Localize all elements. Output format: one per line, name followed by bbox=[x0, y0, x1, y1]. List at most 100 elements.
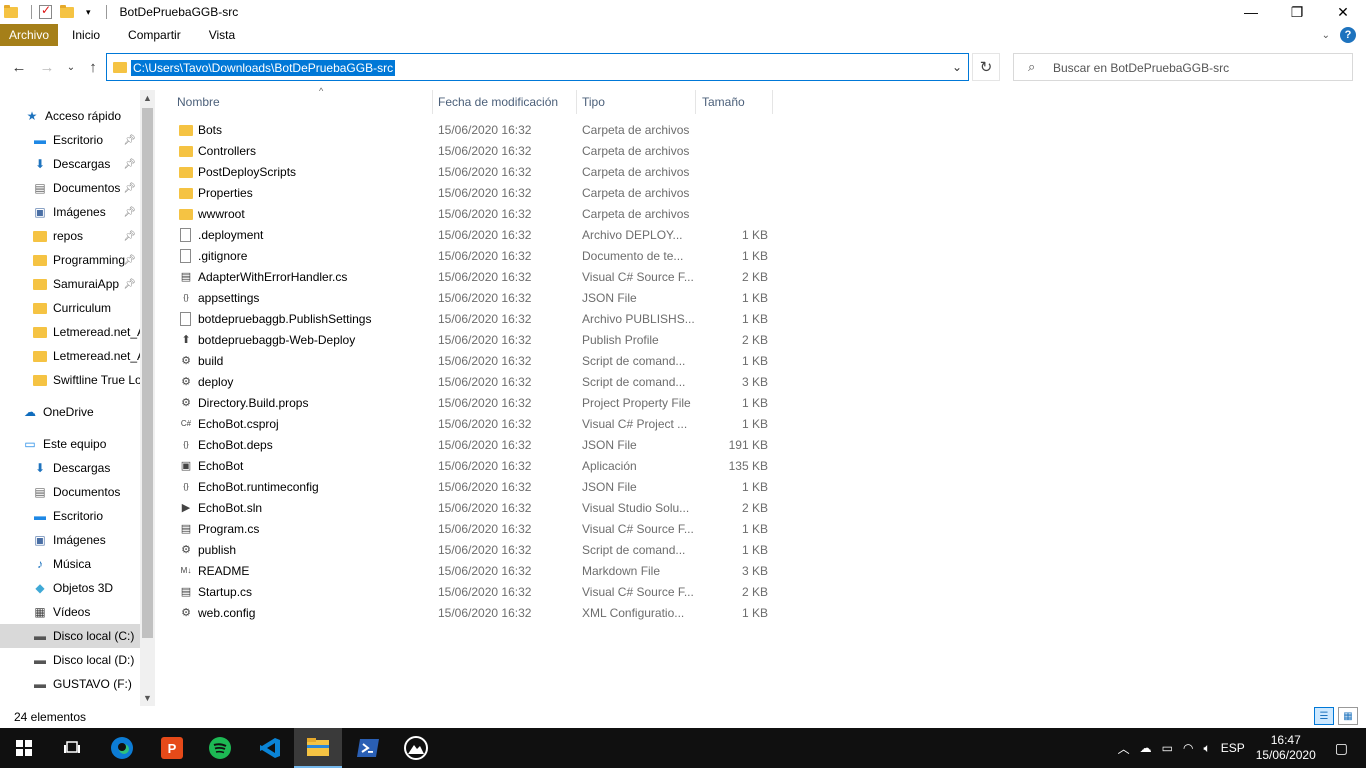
nav-item[interactable]: repos 📌︎ bbox=[0, 224, 140, 248]
file-row[interactable]: ⬆ botdepruebaggb-Web-Deploy 15/06/2020 16:… bbox=[155, 330, 775, 351]
back-button[interactable]: ← bbox=[8, 56, 30, 78]
file-row[interactable]: PostDeployScripts 15/06/2020 16:32 Carpeta… bbox=[155, 162, 775, 183]
nav-item[interactable]: ▬ GUSTAVO (F:) bbox=[0, 672, 140, 696]
search-box[interactable]: ⌕ Buscar en BotDePruebaGGB-src bbox=[1013, 53, 1353, 81]
file-row[interactable]: .gitignore 15/06/2020 16:32 Documento de t… bbox=[155, 246, 775, 267]
file-explorer-icon[interactable] bbox=[294, 728, 342, 768]
up-button[interactable]: ↑ bbox=[82, 56, 104, 78]
file-row[interactable]: ⚙ publish 15/06/2020 16:32 Script de comand… bbox=[155, 540, 775, 561]
start-icon[interactable] bbox=[0, 728, 48, 768]
forward-button[interactable]: → bbox=[36, 56, 58, 78]
file-row[interactable]: wwwroot 15/06/2020 16:32 Carpeta de archiv… bbox=[155, 204, 775, 225]
column-header-date[interactable]: Fecha de modificación bbox=[438, 90, 576, 114]
column-header-size[interactable]: Tamaño bbox=[702, 90, 772, 114]
task-view-icon[interactable] bbox=[48, 728, 96, 768]
nav-item[interactable]: ▭ Este equipo bbox=[0, 432, 140, 456]
scroll-thumb[interactable] bbox=[142, 108, 153, 638]
recent-locations-button[interactable]: ⌄ bbox=[60, 56, 82, 78]
nav-item[interactable]: ★ Acceso rápido bbox=[0, 104, 140, 128]
nav-item[interactable]: Programming 📌︎ bbox=[0, 248, 140, 272]
nav-item[interactable]: ⬇ Descargas bbox=[0, 456, 140, 480]
file-row[interactable]: ⚙ build 15/06/2020 16:32 Script de comand..… bbox=[155, 351, 775, 372]
spotify-icon[interactable] bbox=[196, 728, 244, 768]
file-row[interactable]: M↓ README 15/06/2020 16:32 Markdown File 3 K… bbox=[155, 561, 775, 582]
nav-item[interactable]: ▤ Documentos 📌︎ bbox=[0, 176, 140, 200]
chevron-down-icon[interactable]: ▾ bbox=[86, 7, 91, 18]
file-row[interactable]: ▶ EchoBot.sln 15/06/2020 16:32 Visual Studi… bbox=[155, 498, 775, 519]
nav-item[interactable]: Letmeread.net_A bbox=[0, 320, 140, 344]
maximize-button[interactable]: ❐ bbox=[1274, 0, 1320, 24]
file-row[interactable]: ⚙ Directory.Build.props 15/06/2020 16:32 Pr… bbox=[155, 393, 775, 414]
expand-ribbon-icon[interactable]: ⌄ bbox=[1322, 30, 1330, 41]
nav-item[interactable]: ♪ Música bbox=[0, 552, 140, 576]
file-row[interactable]: ▣ EchoBot 15/06/2020 16:32 Aplicación 135 KB bbox=[155, 456, 775, 477]
office-icon[interactable]: P bbox=[148, 728, 196, 768]
help-icon[interactable]: ? bbox=[1340, 27, 1356, 43]
file-row[interactable]: Controllers 15/06/2020 16:32 Carpeta de ar… bbox=[155, 141, 775, 162]
wifi-icon[interactable]: ◠ bbox=[1183, 741, 1193, 755]
nav-item[interactable]: ☁ OneDrive bbox=[0, 400, 140, 424]
powershell-icon[interactable] bbox=[344, 728, 392, 768]
file-row[interactable]: {} EchoBot.runtimeconfig 15/06/2020 16:32 J… bbox=[155, 477, 775, 498]
column-divider[interactable] bbox=[772, 90, 773, 114]
nav-item[interactable]: ⬇ Descargas 📌︎ bbox=[0, 152, 140, 176]
file-row[interactable]: Bots 15/06/2020 16:32 Carpeta de archivos bbox=[155, 120, 775, 141]
notifications-icon[interactable]: ▢ bbox=[1335, 740, 1348, 757]
column-header-name[interactable]: Nombre ^ bbox=[177, 86, 432, 114]
nav-item[interactable]: ▤ Documentos bbox=[0, 480, 140, 504]
volume-icon[interactable]: 🔈︎ bbox=[1203, 741, 1210, 756]
minimize-button[interactable]: — bbox=[1228, 0, 1274, 24]
column-header-type[interactable]: Tipo bbox=[582, 90, 695, 114]
chevron-down-icon[interactable]: ⌄ bbox=[952, 60, 962, 74]
close-button[interactable]: ✕ bbox=[1320, 0, 1366, 24]
nav-item[interactable]: Curriculum bbox=[0, 296, 140, 320]
file-row[interactable]: ⚙ web.config 15/06/2020 16:32 XML Configura… bbox=[155, 603, 775, 624]
chevron-up-icon[interactable]: ︿ bbox=[1118, 740, 1130, 757]
scroll-up-icon[interactable]: ▲ bbox=[140, 90, 155, 106]
nav-item[interactable]: ▦ Vídeos bbox=[0, 600, 140, 624]
edge-icon[interactable] bbox=[98, 728, 146, 768]
refresh-button[interactable]: ↻ bbox=[972, 53, 1000, 81]
cloud-icon[interactable]: ☁ bbox=[1140, 741, 1152, 755]
vscode-icon[interactable] bbox=[246, 728, 294, 768]
file-row[interactable]: botdepruebaggb.PublishSettings 15/06/2020… bbox=[155, 309, 775, 330]
address-bar[interactable]: C:\Users\Tavo\Downloads\BotDePruebaGGB-s… bbox=[106, 53, 969, 81]
nav-item[interactable]: ▬ Escritorio bbox=[0, 504, 140, 528]
language-indicator[interactable]: ESP bbox=[1221, 741, 1245, 755]
file-row[interactable]: {} EchoBot.deps 15/06/2020 16:32 JSON File 1… bbox=[155, 435, 775, 456]
column-divider[interactable] bbox=[432, 90, 433, 114]
nav-item[interactable]: ◆ Objetos 3D bbox=[0, 576, 140, 600]
file-row[interactable]: ▤ AdapterWithErrorHandler.cs 15/06/2020 16… bbox=[155, 267, 775, 288]
new-folder-icon[interactable] bbox=[60, 4, 74, 18]
address-path[interactable]: C:\Users\Tavo\Downloads\BotDePruebaGGB-s… bbox=[131, 60, 396, 76]
nav-item[interactable]: ▬ Disco local (C:) bbox=[0, 624, 140, 648]
column-divider[interactable] bbox=[695, 90, 696, 114]
nav-item[interactable]: ▬ Disco local (D:) bbox=[0, 648, 140, 672]
file-row[interactable]: {} appsettings 15/06/2020 16:32 JSON File 1 … bbox=[155, 288, 775, 309]
tab-compartir[interactable]: Compartir bbox=[114, 24, 195, 46]
media-icon[interactable] bbox=[392, 728, 440, 768]
nav-item[interactable]: ▬ Escritorio 📌︎ bbox=[0, 128, 140, 152]
properties-icon[interactable] bbox=[39, 3, 52, 19]
tab-vista[interactable]: Vista bbox=[195, 24, 249, 46]
column-divider[interactable] bbox=[576, 90, 577, 114]
details-view-icon[interactable]: ☰ bbox=[1314, 707, 1334, 725]
battery-icon[interactable]: ▭ bbox=[1162, 741, 1173, 755]
clock[interactable]: 16:47 15/06/2020 bbox=[1256, 733, 1316, 763]
nav-item[interactable]: SamuraiApp 📌︎ bbox=[0, 272, 140, 296]
tab-inicio[interactable]: Inicio bbox=[58, 24, 114, 46]
nav-item[interactable]: Letmeread.net_A bbox=[0, 344, 140, 368]
file-row[interactable]: Properties 15/06/2020 16:32 Carpeta de arc… bbox=[155, 183, 775, 204]
nav-item[interactable]: ▣ Imágenes bbox=[0, 528, 140, 552]
file-row[interactable]: .deployment 15/06/2020 16:32 Archivo DEPLO… bbox=[155, 225, 775, 246]
file-row[interactable]: ⚙ deploy 15/06/2020 16:32 Script de comand.… bbox=[155, 372, 775, 393]
file-row[interactable]: ▤ Startup.cs 15/06/2020 16:32 Visual C# Sou… bbox=[155, 582, 775, 603]
file-row[interactable]: C# EchoBot.csproj 15/06/2020 16:32 Visual C… bbox=[155, 414, 775, 435]
nav-scrollbar[interactable]: ▲ ▼ bbox=[140, 90, 155, 706]
large-icons-view-icon[interactable]: ▦ bbox=[1338, 707, 1358, 725]
file-row[interactable]: ▤ Program.cs 15/06/2020 16:32 Visual C# Sou… bbox=[155, 519, 775, 540]
nav-item[interactable]: Swiftline True Lo bbox=[0, 368, 140, 392]
nav-item[interactable]: ▣ Imágenes 📌︎ bbox=[0, 200, 140, 224]
scroll-down-icon[interactable]: ▼ bbox=[140, 690, 155, 706]
tab-archivo[interactable]: Archivo bbox=[0, 24, 59, 46]
